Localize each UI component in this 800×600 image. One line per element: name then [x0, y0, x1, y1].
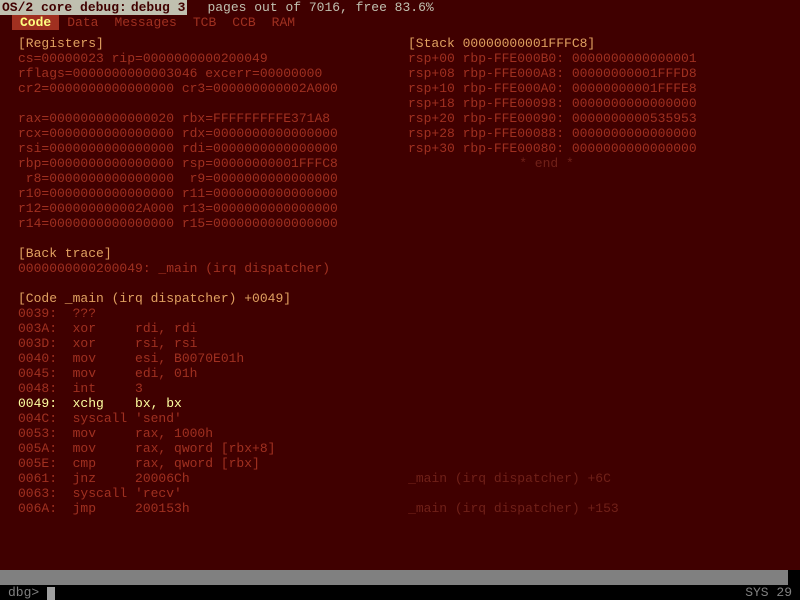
- stack-line: rsp+30 rbp-FFE00080: 0000000000000000: [408, 141, 697, 156]
- title-bar: OS/2 core debug: debug 3 pages out of 70…: [0, 0, 800, 15]
- register-line: r8=0000000000000000 r9=0000000000000000: [18, 171, 408, 186]
- tab-ram[interactable]: RAM: [264, 15, 303, 30]
- register-line: rbp=0000000000000000 rsp=00000000001FFFC…: [18, 156, 408, 171]
- title-left: OS/2 core debug:: [0, 0, 129, 15]
- code-line: 0053: mov rax, 1000h: [18, 426, 782, 441]
- stack-block: rsp+00 rbp-FFE000B0: 0000000000000001rsp…: [408, 51, 697, 156]
- status-text: pages out of 7016, free 83.6%: [207, 0, 433, 15]
- code-line: 0048: int 3: [18, 381, 782, 396]
- stack-line: rsp+10 rbp-FFE000A0: 00000000001FFFE8: [408, 81, 697, 96]
- horizontal-scrollbar[interactable]: [0, 570, 800, 585]
- stack-line: rsp+08 rbp-FFE000A8: 00000000001FFFD8: [408, 66, 697, 81]
- code-line: 0049: xchg bx, bx: [18, 396, 782, 411]
- code-line: 0039: ???: [18, 306, 782, 321]
- code-line: 0061: jnz 20006Ch _main (irq dispatcher)…: [18, 471, 782, 486]
- scrollbar-thumb[interactable]: [788, 570, 800, 585]
- sys-indicator: SYS 29: [745, 585, 792, 600]
- register-line: cs=00000023 rip=0000000000200049: [18, 51, 408, 66]
- register-line: rflags=0000000000003046 excerr=00000000: [18, 66, 408, 81]
- register-line: r14=0000000000000000 r15=000000000000000…: [18, 216, 408, 231]
- stack-line: rsp+18 rbp-FFE00098: 0000000000000000: [408, 96, 697, 111]
- register-line: rsi=0000000000000000 rdi=000000000000000…: [18, 141, 408, 156]
- register-line: rax=0000000000000020 rbx=FFFFFFFFFE371A8: [18, 111, 408, 126]
- code-line: 006A: jmp 200153h _main (irq dispatcher)…: [18, 501, 782, 516]
- register-line: [18, 96, 408, 111]
- code-line: 0045: mov edi, 01h: [18, 366, 782, 381]
- backtrace-header: [Back trace]: [18, 246, 782, 261]
- code-header: [Code _main (irq dispatcher) +0049]: [18, 291, 782, 306]
- title-right: debug 3: [129, 0, 188, 15]
- register-line: r12=000000000002A000 r13=000000000000000…: [18, 201, 408, 216]
- stack-end: * end *: [488, 156, 697, 171]
- register-line: cr2=0000000000000000 cr3=000000000002A00…: [18, 81, 408, 96]
- register-line: r10=0000000000000000 r11=000000000000000…: [18, 186, 408, 201]
- tab-ccb[interactable]: CCB: [224, 15, 263, 30]
- code-line: 003A: xor rdi, rdi: [18, 321, 782, 336]
- code-line: 0063: syscall 'recv': [18, 486, 782, 501]
- stack-header: [Stack 00000000001FFFC8]: [408, 36, 697, 51]
- command-prompt[interactable]: dbg>: [8, 585, 55, 600]
- code-line: 003D: xor rsi, rsi: [18, 336, 782, 351]
- stack-line: rsp+20 rbp-FFE00090: 0000000000535953: [408, 111, 697, 126]
- code-line: 004C: syscall 'send': [18, 411, 782, 426]
- stack-line: rsp+28 rbp-FFE00088: 0000000000000000: [408, 126, 697, 141]
- tab-tcb[interactable]: TCB: [185, 15, 224, 30]
- register-line: rcx=0000000000000000 rdx=000000000000000…: [18, 126, 408, 141]
- tab-messages[interactable]: Messages: [106, 15, 184, 30]
- tab-code[interactable]: Code: [12, 15, 59, 30]
- code-block: 0039: ??? 003A: xor rdi, rdi003D: xor rs…: [18, 306, 782, 516]
- registers-header: [Registers]: [18, 36, 408, 51]
- code-line: 0040: mov esi, B0070E01h: [18, 351, 782, 366]
- code-line: 005E: cmp rax, qword [rbx]: [18, 456, 782, 471]
- tab-data[interactable]: Data: [59, 15, 106, 30]
- stack-line: rsp+00 rbp-FFE000B0: 0000000000000001: [408, 51, 697, 66]
- tab-bar: CodeDataMessagesTCBCCBRAM: [0, 15, 800, 30]
- code-line: 005A: mov rax, qword [rbx+8]: [18, 441, 782, 456]
- backtrace-line: 0000000000200049: _main (irq dispatcher): [18, 261, 782, 276]
- registers-block: cs=00000023 rip=0000000000200049rflags=0…: [18, 51, 408, 231]
